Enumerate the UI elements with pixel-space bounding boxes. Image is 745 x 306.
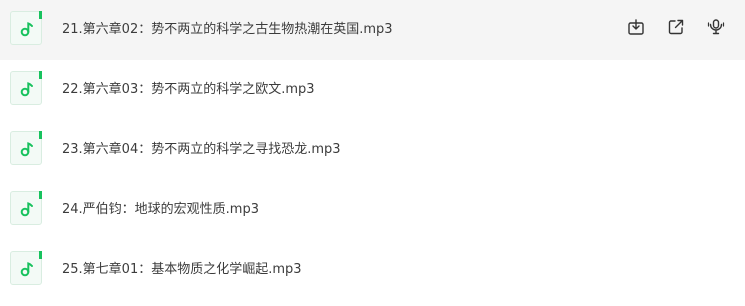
row-actions [627,18,725,36]
file-name[interactable]: 21.第六章02：势不两立的科学之古生物热潮在英国.mp3 [62,0,393,60]
file-name[interactable]: 25.第七章01：基本物质之化学崛起.mp3 [62,240,302,300]
list-item[interactable]: 21.第六章02：势不两立的科学之古生物热潮在英国.mp3 [0,0,745,60]
music-file-icon [10,71,42,105]
list-item[interactable]: 24.严伯钧：地球的宏观性质.mp3 [0,180,745,240]
music-file-icon [10,251,42,285]
music-file-icon [10,131,42,165]
list-item[interactable]: 25.第七章01：基本物质之化学崛起.mp3 [0,240,745,300]
music-file-icon [10,191,42,225]
share-icon[interactable] [667,18,685,36]
file-name[interactable]: 24.严伯钧：地球的宏观性质.mp3 [62,180,259,240]
download-icon[interactable] [627,18,645,36]
list-item[interactable]: 23.第六章04：势不两立的科学之寻找恐龙.mp3 [0,120,745,180]
music-file-icon [10,11,42,45]
file-list: 21.第六章02：势不两立的科学之古生物热潮在英国.mp3 22.第六章03：势… [0,0,745,300]
file-name[interactable]: 22.第六章03：势不两立的科学之欧文.mp3 [62,60,315,120]
listen-icon[interactable] [707,18,725,36]
list-item[interactable]: 22.第六章03：势不两立的科学之欧文.mp3 [0,60,745,120]
file-name[interactable]: 23.第六章04：势不两立的科学之寻找恐龙.mp3 [62,120,341,180]
